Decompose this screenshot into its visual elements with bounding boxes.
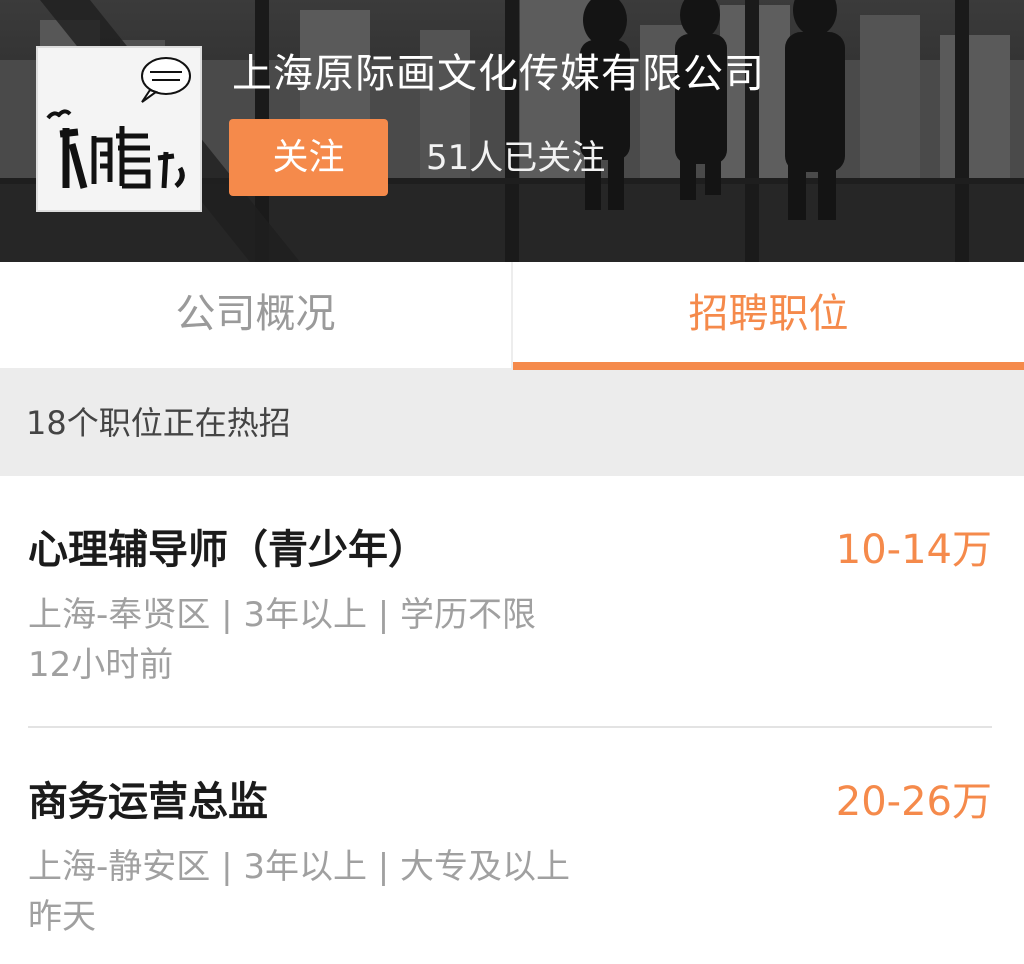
job-list-item[interactable]: 商务运营总监 20-26万 上海-静安区 | 3年以上 | 大专及以上 昨天	[28, 726, 992, 964]
follower-count: 51人已关注	[426, 138, 606, 178]
job-list-item[interactable]: 心理辅导师（青少年） 10-14万 上海-奉贤区 | 3年以上 | 学历不限 1…	[28, 476, 992, 726]
active-tab-indicator	[513, 362, 1024, 370]
tab-job-positions[interactable]: 招聘职位	[511, 262, 1024, 370]
tab-label: 招聘职位	[688, 291, 849, 337]
job-meta: 上海-奉贤区 | 3年以上 | 学历不限	[28, 595, 537, 635]
tab-company-overview[interactable]: 公司概况	[0, 262, 511, 368]
company-header-banner: 上海原际画文化传媒有限公司 关注 51人已关注	[0, 0, 1024, 262]
jobs-count-header: 18个职位正在热招	[0, 370, 1024, 476]
job-posted-time: 12小时前	[28, 645, 174, 685]
job-salary: 20-26万	[835, 779, 992, 825]
job-salary: 10-14万	[835, 527, 992, 573]
tab-bar: 公司概况 招聘职位	[0, 262, 1024, 370]
company-logo	[36, 46, 202, 212]
job-posted-time: 昨天	[28, 897, 96, 937]
logo-image	[38, 48, 200, 210]
job-title: 商务运营总监	[28, 779, 268, 825]
job-meta: 上海-静安区 | 3年以上 | 大专及以上	[28, 847, 571, 887]
tab-label: 公司概况	[175, 291, 336, 337]
follow-button[interactable]: 关注	[229, 119, 388, 196]
job-title: 心理辅导师（青少年）	[28, 527, 428, 573]
company-name: 上海原际画文化传媒有限公司	[232, 51, 765, 97]
job-list: 心理辅导师（青少年） 10-14万 上海-奉贤区 | 3年以上 | 学历不限 1…	[0, 476, 1024, 964]
